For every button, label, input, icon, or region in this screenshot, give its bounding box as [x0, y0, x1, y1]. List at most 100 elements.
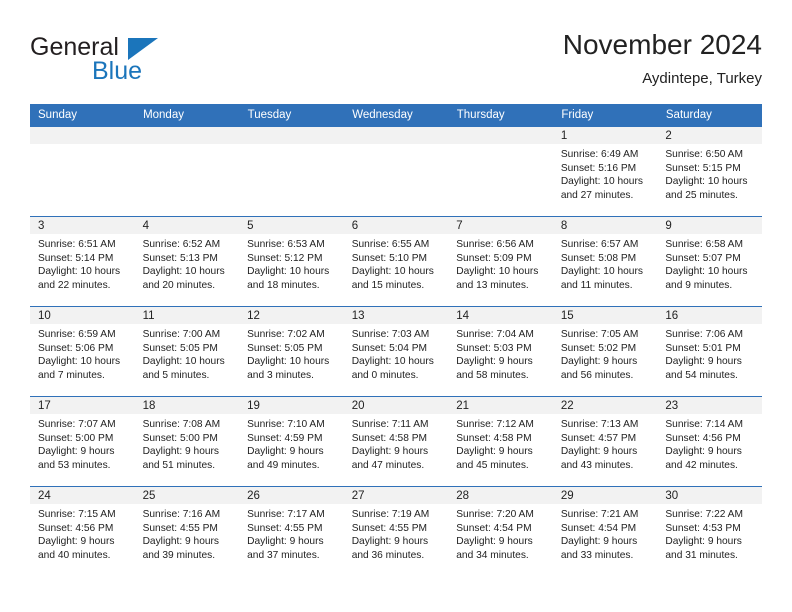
- calendar-day-cell[interactable]: 27 Sunrise: 7:19 AM Sunset: 4:55 PM Dayligh…: [343, 486, 449, 577]
- calendar-day-cell[interactable]: 30 Sunrise: 7:22 AM Sunset: 4:53 PM Dayligh…: [657, 486, 762, 577]
- sunset-text: Sunset: 5:13 PM: [142, 252, 218, 264]
- day-number: [343, 127, 449, 144]
- sunset-text: Sunset: 5:10 PM: [351, 252, 428, 264]
- calendar-body: 1 Sunrise: 6:49 AM Sunset: 5:16 PM Daylight…: [30, 126, 762, 577]
- calendar-day-cell[interactable]: 14 Sunrise: 7:04 AM Sunset: 5:03 PM Dayligh…: [448, 306, 553, 397]
- sunrise-text: Sunrise: 7:17 AM: [247, 509, 325, 520]
- day-number: 1: [552, 127, 658, 144]
- day-details: Sunrise: 6:50 AM Sunset: 5:15 PM Daylight:…: [657, 144, 762, 202]
- weekday-header-row: Sunday Monday Tuesday Wednesday Thursday…: [30, 104, 762, 127]
- day-number: 8: [552, 217, 658, 234]
- page-title: November 2024: [562, 29, 762, 60]
- sunrise-text: Sunrise: 7:12 AM: [456, 419, 534, 430]
- calendar-day-cell[interactable]: 6 Sunrise: 6:55 AM Sunset: 5:10 PM Daylight…: [343, 216, 449, 307]
- daylight-text-line1: Daylight: 9 hours: [142, 446, 220, 458]
- calendar-day-cell[interactable]: 8 Sunrise: 6:57 AM Sunset: 5:08 PM Daylight…: [552, 216, 658, 307]
- day-number: 16: [657, 307, 762, 324]
- calendar-day-cell[interactable]: 12 Sunrise: 7:02 AM Sunset: 5:05 PM Dayligh…: [239, 306, 344, 397]
- sunset-text: Sunset: 5:12 PM: [247, 252, 323, 264]
- calendar-day-cell[interactable]: 22 Sunrise: 7:13 AM Sunset: 4:57 PM Dayligh…: [552, 396, 658, 487]
- daylight-text-line2: and 34 minutes.: [456, 549, 529, 561]
- sunset-text: Sunset: 5:01 PM: [665, 342, 741, 354]
- day-number: 28: [448, 487, 553, 504]
- brand-logo[interactable]: General Blue: [30, 26, 210, 84]
- calendar-day-cell[interactable]: 5 Sunrise: 6:53 AM Sunset: 5:12 PM Daylight…: [239, 216, 344, 307]
- day-details: Sunrise: 7:13 AM Sunset: 4:57 PM Daylight:…: [553, 414, 658, 472]
- sunrise-text: Sunrise: 6:55 AM: [351, 239, 430, 250]
- sunrise-text: Sunrise: 6:51 AM: [38, 239, 116, 250]
- calendar-day-cell[interactable]: 20 Sunrise: 7:11 AM Sunset: 4:58 PM Dayligh…: [343, 396, 449, 487]
- calendar-day-cell[interactable]: 18 Sunrise: 7:08 AM Sunset: 5:00 PM Dayligh…: [134, 396, 240, 487]
- calendar-day-cell[interactable]: 24 Sunrise: 7:15 AM Sunset: 4:56 PM Dayligh…: [30, 486, 135, 577]
- sunset-text: Sunset: 4:57 PM: [560, 432, 637, 444]
- sunrise-text: Sunrise: 6:49 AM: [560, 149, 639, 160]
- day-details: Sunrise: 7:07 AM Sunset: 5:00 PM Daylight:…: [30, 414, 135, 472]
- day-number: 2: [657, 127, 762, 144]
- day-number: 11: [134, 307, 240, 324]
- day-details: Sunrise: 7:03 AM Sunset: 5:04 PM Daylight:…: [344, 324, 449, 382]
- title-block: November 2024 Aydintepe, Turkey: [563, 26, 762, 90]
- weekday-header-wednesday: Wednesday: [343, 104, 449, 127]
- day-details: Sunrise: 6:57 AM Sunset: 5:08 PM Daylight:…: [553, 234, 658, 292]
- calendar-day-cell[interactable]: 19 Sunrise: 7:10 AM Sunset: 4:59 PM Dayligh…: [239, 396, 344, 487]
- day-details: Sunrise: 6:58 AM Sunset: 5:07 PM Daylight:…: [657, 234, 762, 292]
- sunset-text: Sunset: 5:04 PM: [351, 342, 428, 354]
- calendar-day-cell[interactable]: 9 Sunrise: 6:58 AM Sunset: 5:07 PM Daylight…: [657, 216, 762, 307]
- day-number: 5: [239, 217, 344, 234]
- sunrise-text: Sunrise: 6:50 AM: [665, 149, 743, 160]
- day-details: Sunrise: 7:00 AM Sunset: 5:05 PM Daylight:…: [135, 324, 240, 382]
- calendar-day-cell[interactable]: 25 Sunrise: 7:16 AM Sunset: 4:55 PM Dayligh…: [134, 486, 240, 577]
- day-number: 23: [657, 397, 762, 414]
- daylight-text-line2: and 11 minutes.: [560, 279, 633, 291]
- weekday-header-sunday: Sunday: [30, 104, 136, 127]
- daylight-text-line1: Daylight: 9 hours: [351, 446, 429, 458]
- sunset-text: Sunset: 5:14 PM: [38, 252, 114, 264]
- day-details: Sunrise: 7:02 AM Sunset: 5:05 PM Daylight:…: [239, 324, 344, 382]
- calendar-day-cell[interactable]: 21 Sunrise: 7:12 AM Sunset: 4:58 PM Dayligh…: [448, 396, 553, 487]
- day-number: 26: [239, 487, 344, 504]
- day-details: Sunrise: 7:05 AM Sunset: 5:02 PM Daylight:…: [553, 324, 658, 382]
- sunrise-text: Sunrise: 7:03 AM: [351, 329, 430, 340]
- calendar-day-cell[interactable]: 29 Sunrise: 7:21 AM Sunset: 4:54 PM Dayligh…: [552, 486, 658, 577]
- day-number: 30: [657, 487, 762, 504]
- calendar-day-cell[interactable]: 1 Sunrise: 6:49 AM Sunset: 5:16 PM Daylight…: [552, 126, 658, 217]
- daylight-text-line1: Daylight: 10 hours: [456, 266, 539, 278]
- calendar-day-cell[interactable]: 15 Sunrise: 7:05 AM Sunset: 5:02 PM Dayligh…: [552, 306, 658, 397]
- calendar-day-cell-empty: [134, 126, 240, 217]
- weekday-header-saturday: Saturday: [657, 104, 762, 127]
- calendar-day-cell[interactable]: 2 Sunrise: 6:50 AM Sunset: 5:15 PM Daylight…: [657, 126, 762, 217]
- day-details: Sunrise: 7:22 AM Sunset: 4:53 PM Daylight:…: [657, 504, 762, 562]
- calendar-day-cell[interactable]: 26 Sunrise: 7:17 AM Sunset: 4:55 PM Dayligh…: [239, 486, 344, 577]
- calendar-day-cell-empty: [30, 126, 135, 217]
- daylight-text-line1: Daylight: 10 hours: [665, 176, 748, 188]
- calendar-day-cell[interactable]: 17 Sunrise: 7:07 AM Sunset: 5:00 PM Dayligh…: [30, 396, 135, 487]
- sunrise-text: Sunrise: 7:16 AM: [142, 509, 221, 520]
- daylight-text-line1: Daylight: 10 hours: [38, 266, 121, 278]
- sunset-text: Sunset: 4:55 PM: [247, 522, 323, 534]
- sunrise-text: Sunrise: 7:20 AM: [456, 509, 534, 520]
- calendar-day-cell[interactable]: 28 Sunrise: 7:20 AM Sunset: 4:54 PM Dayligh…: [448, 486, 553, 577]
- daylight-text-line1: Daylight: 10 hours: [247, 356, 330, 368]
- daylight-text-line1: Daylight: 9 hours: [456, 356, 533, 368]
- daylight-text-line2: and 33 minutes.: [560, 549, 634, 561]
- sunset-text: Sunset: 5:00 PM: [38, 432, 114, 444]
- day-number: 14: [448, 307, 553, 324]
- calendar-day-cell[interactable]: 11 Sunrise: 7:00 AM Sunset: 5:05 PM Dayligh…: [134, 306, 240, 397]
- calendar-day-cell[interactable]: 10 Sunrise: 6:59 AM Sunset: 5:06 PM Dayligh…: [30, 306, 135, 397]
- daylight-text-line2: and 53 minutes.: [38, 459, 111, 471]
- calendar-day-cell[interactable]: 16 Sunrise: 7:06 AM Sunset: 5:01 PM Dayligh…: [657, 306, 762, 397]
- calendar-day-cell[interactable]: 13 Sunrise: 7:03 AM Sunset: 5:04 PM Dayligh…: [343, 306, 449, 397]
- daylight-text-line2: and 5 minutes.: [142, 369, 210, 381]
- page-subtitle: Aydintepe, Turkey: [642, 70, 762, 87]
- calendar-day-cell[interactable]: 3 Sunrise: 6:51 AM Sunset: 5:14 PM Daylight…: [30, 216, 135, 307]
- calendar-day-cell[interactable]: 23 Sunrise: 7:14 AM Sunset: 4:56 PM Dayligh…: [657, 396, 762, 487]
- sunset-text: Sunset: 4:56 PM: [38, 522, 114, 534]
- weekday-header-tuesday: Tuesday: [239, 104, 345, 127]
- day-details: Sunrise: 7:10 AM Sunset: 4:59 PM Daylight:…: [239, 414, 344, 472]
- sunrise-text: Sunrise: 6:52 AM: [142, 239, 221, 250]
- calendar-day-cell[interactable]: 7 Sunrise: 6:56 AM Sunset: 5:09 PM Daylight…: [448, 216, 553, 307]
- calendar-week-row: 17 Sunrise: 7:07 AM Sunset: 5:00 PM Dayligh…: [30, 396, 762, 487]
- sunset-text: Sunset: 5:07 PM: [665, 252, 741, 264]
- daylight-text-line2: and 43 minutes.: [560, 459, 634, 471]
- calendar-day-cell[interactable]: 4 Sunrise: 6:52 AM Sunset: 5:13 PM Daylight…: [134, 216, 240, 307]
